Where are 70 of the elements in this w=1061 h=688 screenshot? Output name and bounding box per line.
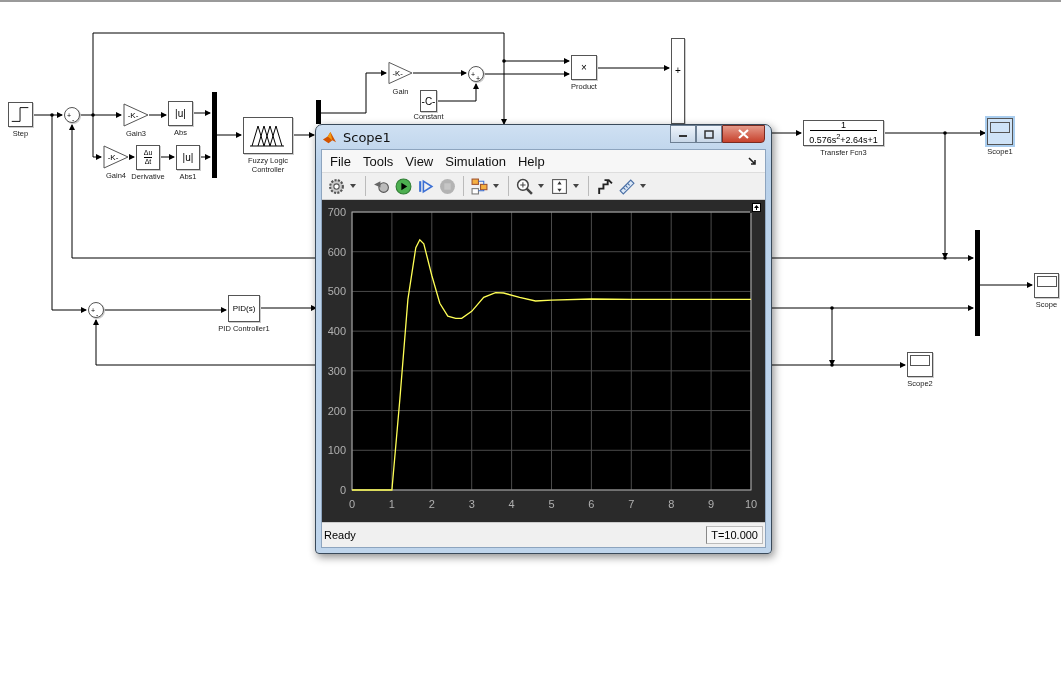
gain-block: -K- (103, 145, 129, 169)
maximize-button[interactable] (696, 125, 722, 143)
abs-block: |u| (168, 101, 193, 126)
transfer-function-block: 1 0.576s$^{2}$+2.64s+1 (803, 120, 884, 146)
junction-dot (50, 113, 54, 117)
x-tick-label: 5 (548, 498, 555, 510)
signal-select-icon[interactable] (471, 177, 488, 195)
junction-dot (943, 256, 947, 260)
y-tick-label: 300 (327, 364, 346, 377)
junction-dot (830, 363, 834, 367)
maximize-icon (704, 129, 714, 139)
x-tick-label: 9 (708, 498, 715, 510)
matlab-logo-icon (322, 129, 337, 145)
gain-block: -K- (388, 61, 413, 85)
y-tick-label: 100 (327, 444, 346, 457)
simulation-time: T=10.000 (706, 526, 763, 544)
undock-button[interactable] (750, 201, 763, 213)
constant-block: -C- (420, 90, 437, 112)
signal-line (259, 305, 317, 311)
junction-dot (830, 306, 834, 310)
step-forward-icon[interactable] (417, 177, 434, 195)
x-tick-label: 6 (588, 498, 595, 510)
dropdown-caret-icon[interactable] (538, 184, 544, 188)
x-tick-label: 8 (668, 498, 675, 510)
membership-functions-icon (250, 123, 286, 148)
close-icon (738, 129, 749, 139)
y-tick-label: 0 (339, 484, 346, 496)
zoom-icon[interactable] (516, 177, 533, 195)
pid-block: PID(s) (228, 295, 260, 322)
x-tick-label: 0 (348, 498, 356, 510)
x-tick-label: 3 (468, 498, 475, 510)
minimize-button[interactable] (670, 125, 696, 143)
gain-block: -K- (123, 103, 149, 127)
menu-item[interactable]: File (330, 153, 351, 169)
close-button[interactable] (722, 125, 765, 143)
menu-item[interactable]: Help (517, 153, 545, 169)
x-tick-label: 2 (428, 498, 435, 510)
dropdown-caret-icon[interactable] (493, 184, 499, 188)
status-text: Ready (324, 529, 356, 541)
signal-line (979, 282, 1033, 288)
y-tick-label: 200 (327, 404, 346, 417)
x-tick-label: 1 (388, 498, 395, 510)
dropdown-caret-icon[interactable] (350, 184, 356, 188)
x-tick-label: 4 (508, 498, 515, 510)
dock-icon[interactable] (748, 156, 757, 166)
y-tick-label: 400 (327, 325, 346, 338)
junction-dot (943, 131, 947, 135)
abs-block: |u| (176, 145, 200, 170)
menu-item[interactable]: Simulation (445, 153, 506, 169)
junction-dot (91, 113, 95, 117)
stair-arrow-icon[interactable] (596, 177, 613, 195)
dropdown-caret-icon[interactable] (640, 184, 646, 188)
x-tick-label: 10 (744, 498, 758, 510)
undock-icon (752, 202, 761, 212)
x-tick-label: 7 (628, 498, 635, 510)
signal-line (771, 130, 802, 136)
y-tick-label: 700 (327, 206, 346, 218)
run-icon[interactable] (395, 177, 412, 195)
menu-item[interactable]: View (405, 153, 434, 169)
menu-item[interactable]: Tools (362, 153, 394, 169)
product-block: × (571, 55, 597, 80)
junction-dot (502, 59, 506, 63)
ruler-icon[interactable] (618, 177, 635, 195)
scale-axes-icon[interactable] (551, 177, 568, 195)
y-tick-label: 600 (327, 245, 346, 258)
sum-bar-block: + (671, 38, 685, 124)
window-title: Scope1 (343, 129, 391, 145)
dropdown-caret-icon[interactable] (573, 184, 579, 188)
y-tick-label: 500 (327, 285, 346, 298)
settings-icon[interactable] (328, 177, 345, 195)
